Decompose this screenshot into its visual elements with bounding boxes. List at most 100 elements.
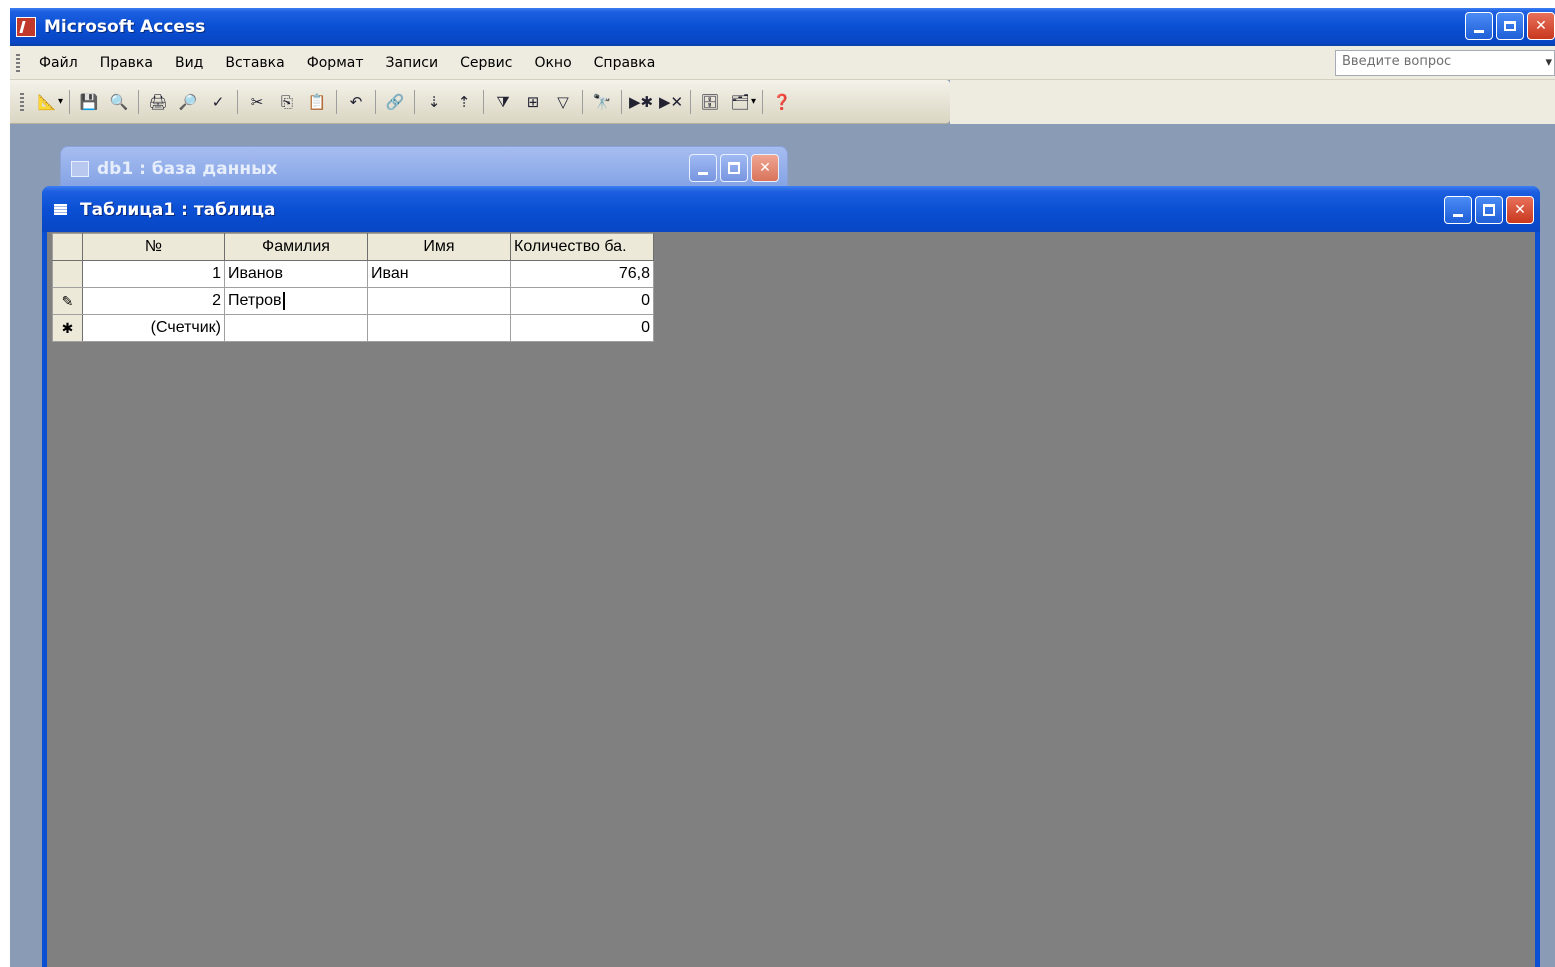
close-icon: ✕	[1514, 202, 1526, 218]
table-window: Таблица1 : таблица ✕ № Фамилия Имя Колич…	[42, 186, 1540, 967]
table-window-titlebar[interactable]: Таблица1 : таблица ✕	[42, 186, 1540, 232]
undo-icon[interactable]: ↶	[344, 89, 368, 115]
cell-quantity[interactable]: 0	[510, 287, 654, 315]
table-minimize-button[interactable]	[1444, 196, 1472, 224]
database-window-icon[interactable]: 🗄	[698, 89, 722, 115]
toolbar-separator	[621, 89, 623, 114]
app-title: Microsoft Access	[44, 17, 206, 37]
app-titlebar[interactable]: Microsoft Access ✕	[10, 8, 1555, 46]
menu-insert[interactable]: Вставка	[214, 55, 295, 71]
table-icon	[54, 204, 67, 215]
column-header-name[interactable]: Имя	[367, 233, 511, 261]
toolbar-separator	[483, 89, 485, 114]
cell-surname-text: Петров	[228, 292, 282, 310]
record-selector[interactable]	[52, 260, 83, 288]
delete-record-icon[interactable]: ▶✕	[659, 89, 683, 115]
help-icon[interactable]: ❓	[770, 89, 794, 115]
new-object-dropdown-icon[interactable]: ▾	[751, 96, 756, 107]
toolbar-separator	[762, 89, 764, 114]
datasheet: № Фамилия Имя Количество ба. 1 Иванов Ив…	[52, 233, 654, 342]
restore-icon	[1504, 21, 1516, 31]
hyperlink-icon[interactable]: 🔗	[383, 89, 407, 115]
menu-window[interactable]: Окно	[523, 55, 582, 71]
cell-name[interactable]	[367, 287, 511, 315]
minimize-icon	[1453, 213, 1463, 217]
table-maximize-button[interactable]	[1475, 196, 1503, 224]
menu-tools[interactable]: Сервис	[449, 55, 523, 71]
menu-help[interactable]: Справка	[583, 55, 667, 71]
close-button[interactable]: ✕	[1527, 12, 1555, 40]
new-record-icon[interactable]: ▶✱	[629, 89, 653, 115]
cell-number[interactable]: 1	[82, 260, 225, 288]
database-icon	[71, 161, 89, 177]
cell-name[interactable]	[367, 314, 511, 342]
restore-button[interactable]	[1496, 12, 1524, 40]
new-object-icon[interactable]: 🗂	[728, 89, 752, 115]
toolbar-grip[interactable]	[20, 92, 24, 111]
column-header-quantity[interactable]: Количество ба.	[510, 233, 654, 261]
maximize-icon	[728, 162, 740, 174]
new-record-icon[interactable]: ✱	[52, 314, 83, 342]
design-view-icon[interactable]: 📐	[35, 89, 59, 115]
cell-quantity[interactable]: 0	[510, 314, 654, 342]
print-icon[interactable]: 🖨	[146, 89, 170, 115]
table-window-title: Таблица1 : таблица	[80, 200, 276, 220]
search-icon[interactable]: 🔍	[107, 89, 131, 115]
minimize-icon	[698, 171, 708, 175]
toolbar-separator	[414, 89, 416, 114]
cell-quantity[interactable]: 76,8	[510, 260, 654, 288]
db-close-button[interactable]: ✕	[751, 154, 779, 182]
text-cursor	[282, 291, 285, 310]
apply-filter-icon[interactable]: ▽	[551, 89, 575, 115]
db-maximize-button[interactable]	[720, 154, 748, 182]
datasheet-area: № Фамилия Имя Количество ба. 1 Иванов Ив…	[47, 232, 1535, 967]
filter-by-selection-icon[interactable]: ⧩	[491, 89, 515, 115]
save-icon[interactable]: 💾	[77, 89, 101, 115]
record-selector-editing-icon[interactable]: ✎	[52, 287, 83, 315]
toolbar-separator	[69, 89, 71, 114]
table-row: 1 Иванов Иван 76,8	[52, 260, 654, 288]
sort-ascending-icon[interactable]: ⇣	[422, 89, 446, 115]
close-icon: ✕	[1535, 18, 1547, 34]
spelling-icon[interactable]: ✓	[206, 89, 230, 115]
paste-icon[interactable]: 📋	[305, 89, 329, 115]
close-icon: ✕	[759, 160, 771, 176]
menu-records[interactable]: Записи	[375, 55, 450, 71]
menu-file[interactable]: Файл	[28, 55, 89, 71]
ask-question-input[interactable]: Введите вопрос	[1335, 50, 1555, 76]
print-preview-icon[interactable]: 🔎	[176, 89, 200, 115]
view-dropdown-icon[interactable]: ▾	[58, 96, 63, 107]
menubar-grip[interactable]	[16, 53, 20, 72]
toolbar-separator	[336, 89, 338, 114]
header-row: № Фамилия Имя Количество ба.	[52, 233, 654, 261]
db-minimize-button[interactable]	[689, 154, 717, 182]
column-header-number[interactable]: №	[82, 233, 225, 261]
cell-surname-editing[interactable]: Петров	[224, 287, 368, 315]
table-close-button[interactable]: ✕	[1506, 196, 1534, 224]
menu-edit[interactable]: Правка	[89, 55, 164, 71]
menu-format[interactable]: Формат	[296, 55, 375, 71]
cell-name[interactable]: Иван	[367, 260, 511, 288]
database-window-title: db1 : база данных	[97, 159, 278, 179]
menubar: Файл Правка Вид Вставка Формат Записи Се…	[10, 46, 1555, 80]
sort-descending-icon[interactable]: ⇡	[452, 89, 476, 115]
cell-surname[interactable]	[224, 314, 368, 342]
access-logo-icon	[16, 17, 36, 37]
database-window-controls: ✕	[689, 154, 779, 182]
access-app-window: Microsoft Access ✕ Файл Правка Вид Встав…	[10, 8, 1555, 967]
filter-by-form-icon[interactable]: ⊞	[521, 89, 545, 115]
cell-surname[interactable]: Иванов	[224, 260, 368, 288]
cut-icon[interactable]: ✂	[245, 89, 269, 115]
menu-view[interactable]: Вид	[164, 55, 214, 71]
copy-icon[interactable]: ⎘	[275, 89, 299, 115]
minimize-button[interactable]	[1465, 12, 1493, 40]
column-header-surname[interactable]: Фамилия	[224, 233, 368, 261]
app-window-controls: ✕	[1465, 12, 1555, 40]
cell-number-autonumber[interactable]: (Счетчик)	[82, 314, 225, 342]
toolbar-separator	[237, 89, 239, 114]
find-icon[interactable]: 🔭	[590, 89, 614, 115]
toolbar-separator	[582, 89, 584, 114]
new-record-row: ✱ (Счетчик) 0	[52, 314, 654, 342]
select-all-cell[interactable]	[52, 233, 83, 261]
cell-number[interactable]: 2	[82, 287, 225, 315]
